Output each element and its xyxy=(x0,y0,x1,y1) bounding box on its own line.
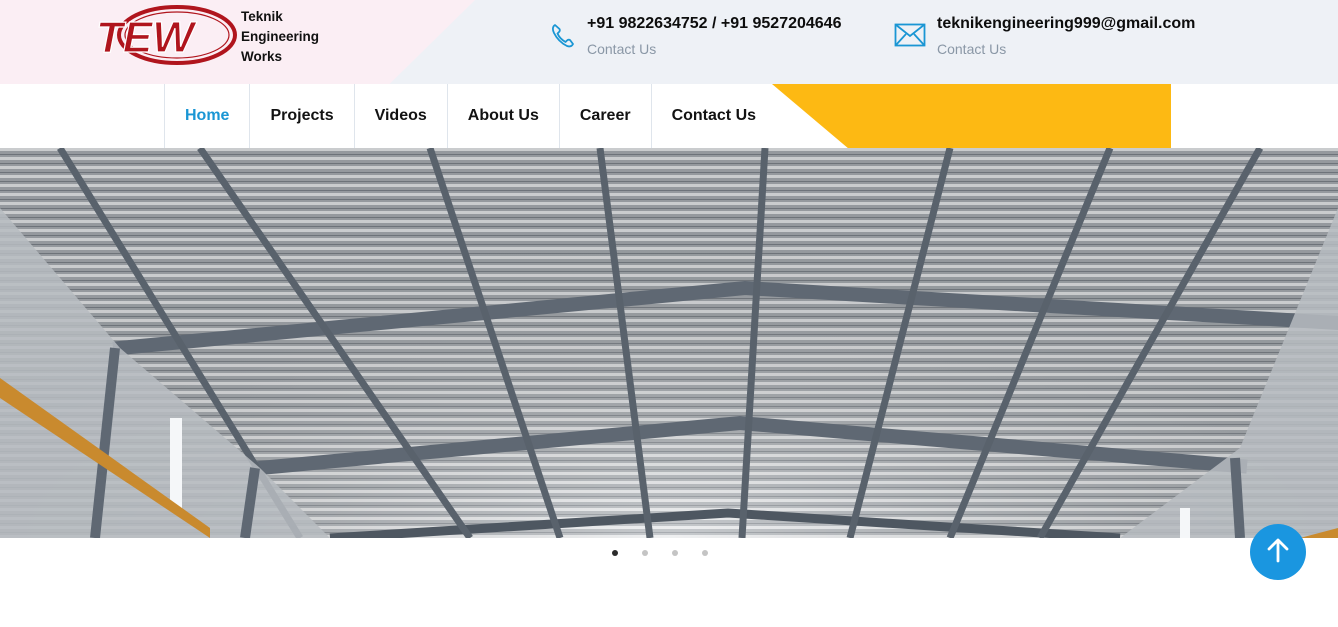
company-name-line-2: Engineering xyxy=(241,29,320,44)
slider-dot-2[interactable] xyxy=(642,550,648,556)
scroll-to-top-button[interactable] xyxy=(1250,524,1306,580)
nav-item-videos[interactable]: Videos xyxy=(355,84,448,148)
nav-item-career[interactable]: Career xyxy=(560,84,652,148)
nav-item-projects[interactable]: Projects xyxy=(250,84,355,148)
company-logo[interactable]: TEW xyxy=(92,4,242,70)
top-header: TEW Teknik Engineering Works +91 9822634… xyxy=(0,0,1338,84)
company-name-line-1: Teknik xyxy=(241,9,283,24)
company-name-line-3: Works xyxy=(241,49,283,64)
slider-dot-1[interactable] xyxy=(612,550,618,556)
phone-icon xyxy=(551,22,575,53)
phone-contact-label: Contact Us xyxy=(587,41,657,57)
company-name: Teknik Engineering Works xyxy=(241,7,351,67)
arrow-up-icon xyxy=(1266,537,1290,568)
nav-item-about-us[interactable]: About Us xyxy=(448,84,560,148)
nav-accent-stripe xyxy=(772,84,1171,148)
nav-item-home[interactable]: Home xyxy=(164,84,251,152)
slider-dot-4[interactable] xyxy=(702,550,708,556)
nav-item-contact-us[interactable]: Contact Us xyxy=(652,84,776,148)
logo-lettering: TEW xyxy=(96,13,197,62)
slider-pagination xyxy=(612,546,722,560)
slider-dot-3[interactable] xyxy=(672,550,678,556)
mail-icon xyxy=(894,22,926,53)
nav-menu: Home Projects Videos About Us Career Con… xyxy=(164,84,776,152)
main-navbar: Home Projects Videos About Us Career Con… xyxy=(0,84,1338,152)
email-contact-label: Contact Us xyxy=(937,41,1007,57)
email-address[interactable]: teknikengineering999@gmail.com xyxy=(937,15,1195,33)
phone-numbers[interactable]: +91 9822634752 / +91 9527204646 xyxy=(587,15,841,33)
hero-slide-image[interactable] xyxy=(0,148,1338,538)
